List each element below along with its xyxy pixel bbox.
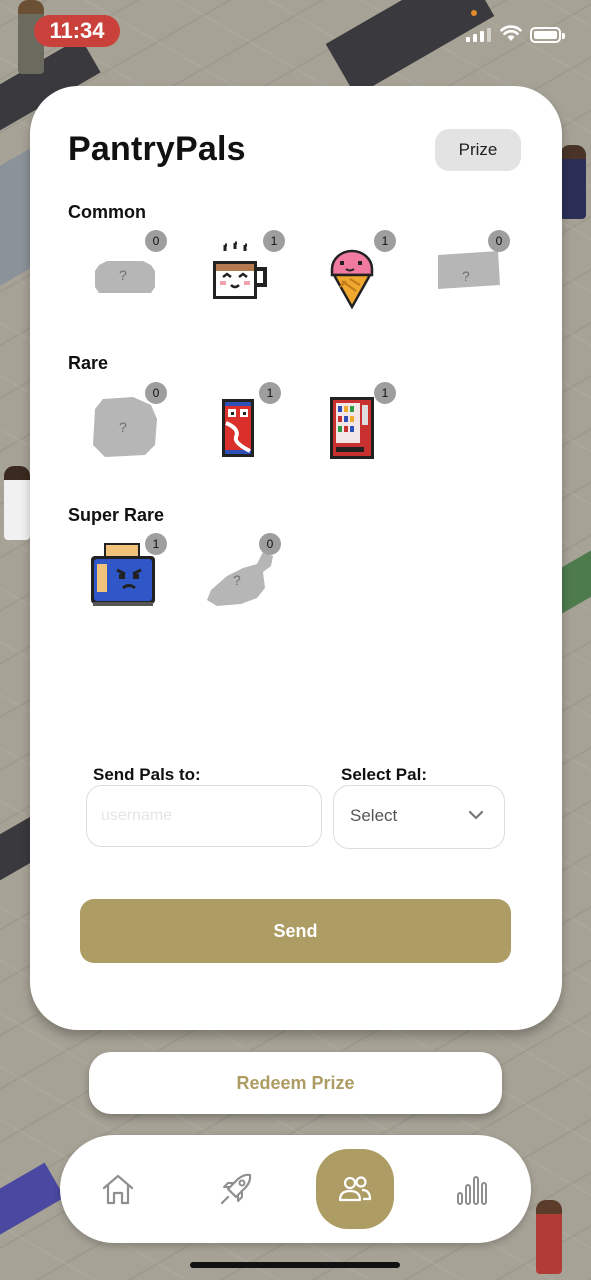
pal-count-badge: 0 bbox=[488, 230, 510, 252]
tab-home[interactable] bbox=[88, 1159, 148, 1219]
tab-stats[interactable] bbox=[442, 1159, 502, 1219]
locked-mark: ? bbox=[462, 268, 470, 284]
users-icon bbox=[338, 1176, 372, 1202]
section-title-super-rare: Super Rare bbox=[68, 505, 165, 525]
send-to-label: Send Pals to: bbox=[93, 765, 201, 784]
pal-cookie[interactable]: ? 0 bbox=[85, 382, 167, 471]
recording-dot bbox=[471, 10, 477, 16]
pal-ice-cream-cone[interactable]: 1 bbox=[320, 230, 400, 319]
pal-count-badge: 0 bbox=[145, 230, 167, 252]
redeem-prize-button[interactable]: Redeem Prize bbox=[89, 1052, 502, 1114]
locked-mark: ? bbox=[233, 572, 241, 588]
locked-mark: ? bbox=[119, 267, 127, 283]
pal-toaster[interactable]: 1 bbox=[85, 533, 167, 622]
pal-count-badge: 1 bbox=[374, 382, 396, 404]
select-pal-dropdown[interactable]: Select bbox=[333, 785, 505, 849]
pal-count-badge: 1 bbox=[374, 230, 396, 252]
battery-icon bbox=[530, 27, 565, 43]
section-title-rare: Rare bbox=[68, 353, 109, 373]
tab-bar bbox=[60, 1135, 531, 1243]
pal-count-badge: 1 bbox=[263, 230, 285, 252]
wifi-icon bbox=[500, 25, 522, 41]
pal-chicken-drumstick[interactable]: ? 0 bbox=[203, 533, 283, 622]
tab-pals[interactable] bbox=[316, 1149, 394, 1229]
pal-cheese-block[interactable]: ? 0 bbox=[432, 230, 512, 319]
pal-count-badge: 1 bbox=[259, 382, 281, 404]
username-input[interactable] bbox=[86, 785, 322, 847]
pal-count-badge: 0 bbox=[145, 382, 167, 404]
tab-rocket[interactable] bbox=[206, 1159, 266, 1219]
send-button[interactable]: Send bbox=[80, 899, 511, 963]
bar-chart-icon bbox=[457, 1176, 487, 1205]
pal-count-badge: 0 bbox=[259, 533, 281, 555]
home-indicator[interactable] bbox=[190, 1262, 400, 1268]
pals-card: PantryPals Prize Common ? 0 1 1 ? 0 Rare… bbox=[30, 86, 562, 1030]
pal-vending-machine[interactable]: 1 bbox=[318, 382, 398, 471]
rocket-icon bbox=[220, 1173, 252, 1205]
select-pal-value: Select bbox=[350, 806, 398, 825]
pal-count-badge: 1 bbox=[145, 533, 167, 555]
status-time: 11:34 bbox=[34, 15, 120, 47]
prize-button[interactable]: Prize bbox=[435, 129, 521, 171]
signal-icon bbox=[466, 28, 491, 42]
app-title: PantryPals bbox=[68, 130, 246, 168]
pal-bread-loaf[interactable]: ? 0 bbox=[85, 230, 167, 319]
section-title-common: Common bbox=[68, 202, 146, 222]
chevron-down-icon bbox=[468, 810, 484, 820]
pal-coffee-cup[interactable]: 1 bbox=[203, 230, 285, 319]
status-bar: 11:34 bbox=[0, 0, 591, 64]
select-pal-label: Select Pal: bbox=[341, 765, 427, 784]
pal-soda-can[interactable]: 1 bbox=[204, 382, 284, 471]
locked-mark: ? bbox=[119, 419, 127, 435]
home-icon bbox=[102, 1174, 134, 1205]
